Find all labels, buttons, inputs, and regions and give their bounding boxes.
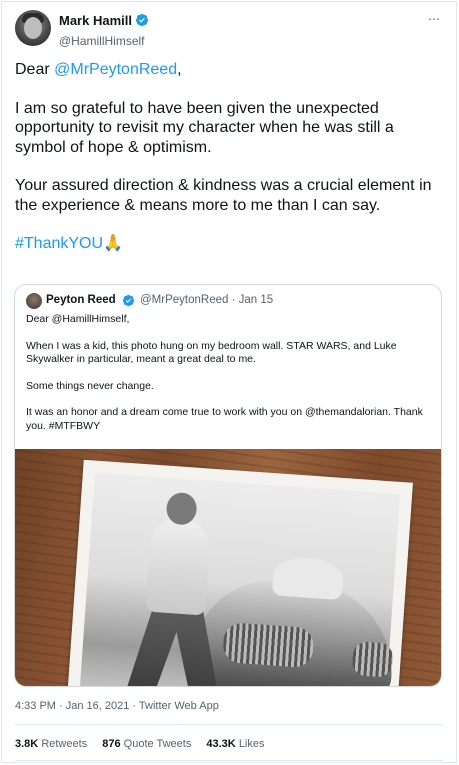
author-handle[interactable]: @HamillHimself — [59, 34, 149, 48]
quote-tweets-label: Quote Tweets — [123, 738, 192, 750]
quoted-display-name[interactable]: Peyton Reed — [46, 294, 116, 306]
tweet-header: Mark Hamill @HamillHimself ⋯ — [15, 10, 443, 50]
photo-print-image — [79, 472, 401, 686]
landspeeder-engine-2 — [351, 641, 394, 678]
salutation: Dear @MrPeytonReed, — [15, 60, 443, 80]
hashtag-line: #ThankYOU🙏 — [15, 234, 443, 254]
avatar-face — [24, 17, 42, 39]
quoted-line-4: It was an honor and a dream come true to… — [26, 406, 423, 432]
landspeeder-engine — [222, 622, 315, 669]
divider-bottom — [15, 760, 443, 761]
quoted-photo[interactable] — [15, 449, 441, 686]
author-names: Mark Hamill @HamillHimself — [59, 12, 149, 48]
photo-print — [67, 459, 413, 686]
quoted-handle-date[interactable]: @MrPeytonReed · Jan 15 — [140, 294, 273, 306]
figure-body — [145, 516, 212, 616]
quote-tweets-count: 876 — [102, 738, 121, 750]
quoted-tweet[interactable]: Peyton Reed @MrPeytonReed · Jan 15 Dear … — [14, 284, 442, 687]
tweet-text: Dear @MrPeytonReed, I am so grateful to … — [15, 60, 443, 273]
likes-label: Likes — [238, 738, 265, 750]
quoted-verified-badge-icon — [122, 294, 135, 310]
retweets-stat[interactable]: 3.8K Retweets — [15, 738, 87, 750]
quote-tweets-stat[interactable]: 876 Quote Tweets — [102, 738, 191, 750]
verified-badge-icon — [135, 13, 149, 32]
likes-stat[interactable]: 43.3K Likes — [206, 738, 264, 750]
retweets-count: 3.8K — [15, 738, 39, 750]
landspeeder-dome — [271, 555, 345, 601]
quoted-tweet-text: Dear @HamillHimself, When I was a kid, t… — [26, 313, 431, 446]
tweet-timestamp[interactable]: 4:33 PM · Jan 16, 2021 · Twitter Web App — [15, 700, 219, 712]
engagement-stats: 3.8K Retweets 876 Quote Tweets 43.3K Lik… — [15, 738, 277, 750]
salutation-suffix: , — [177, 61, 182, 78]
quoted-line-2: When I was a kid, this photo hung on my … — [26, 339, 397, 366]
avatar[interactable] — [15, 10, 51, 46]
salutation-prefix: Dear — [15, 61, 55, 78]
likes-count: 43.3K — [206, 738, 236, 750]
retweets-label: Retweets — [41, 738, 88, 750]
author-display-name[interactable]: Mark Hamill — [59, 13, 132, 28]
quoted-line-3: Some things never change. — [26, 379, 154, 392]
folded-hands-icon: 🙏 — [103, 235, 123, 252]
hashtag-link[interactable]: #ThankYOU — [15, 235, 103, 252]
divider — [15, 724, 443, 725]
tweet-paragraph-2: Your assured direction & kindness was a … — [15, 177, 432, 214]
quoted-line-1: Dear @HamillHimself, — [26, 313, 130, 325]
more-options-icon[interactable]: ⋯ — [428, 12, 441, 26]
tweet-paragraph-1: I am so grateful to have been given the … — [15, 99, 394, 156]
quoted-avatar[interactable] — [26, 293, 42, 309]
mention-link[interactable]: @MrPeytonReed — [54, 61, 177, 78]
